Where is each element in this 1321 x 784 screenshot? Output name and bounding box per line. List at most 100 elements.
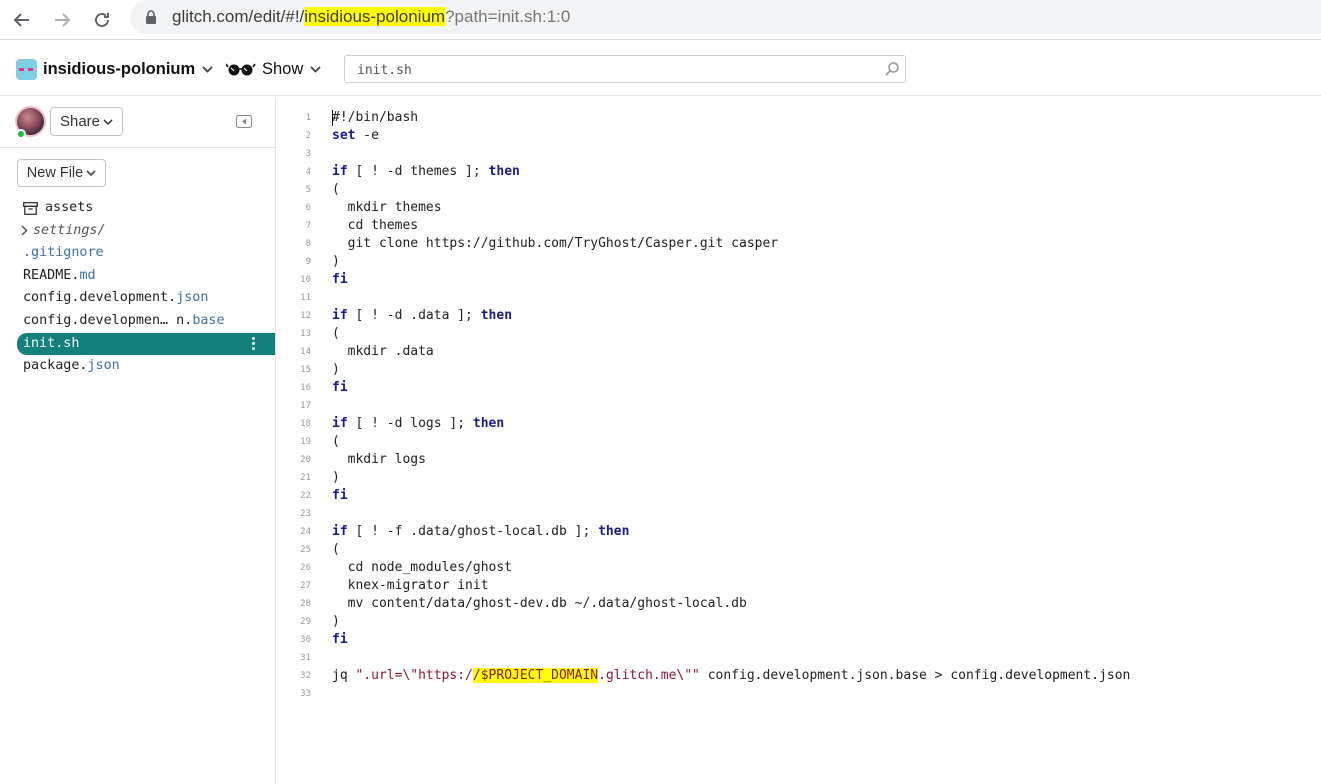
- line-number: 28: [300, 599, 311, 609]
- line-text: fi: [332, 487, 348, 505]
- line-text: ): [332, 613, 340, 631]
- keyword: if: [332, 524, 348, 539]
- line-number: 7: [305, 221, 311, 231]
- line-text: if [ ! -d logs ]; then: [332, 415, 504, 433]
- token: config.development.json.base > config.de…: [699, 668, 1131, 683]
- line-text: mkdir themes: [332, 199, 442, 217]
- share-label: Share: [59, 113, 101, 130]
- line-text: (: [332, 541, 340, 559]
- line-number: 25: [300, 545, 311, 555]
- back-arrow-icon: [13, 13, 29, 27]
- keyword: fi: [332, 380, 348, 395]
- new-file-button[interactable]: New File: [17, 159, 106, 187]
- folder-label: settings/: [33, 222, 106, 238]
- file-label: package.: [23, 358, 88, 374]
- chevron-down-icon: [202, 65, 213, 73]
- show-menu[interactable]: Show: [226, 58, 321, 80]
- line-number: 16: [300, 383, 311, 393]
- reload-button[interactable]: [88, 6, 116, 34]
- line-number: 12: [300, 311, 311, 321]
- file-item-config-development-json[interactable]: config.development.json: [0, 287, 275, 310]
- line-number: 23: [300, 509, 311, 519]
- token: mv content/data/ghost-dev.db ~/.data/gho…: [332, 596, 747, 611]
- line-number: 4: [305, 167, 311, 177]
- token: ): [332, 254, 340, 269]
- back-button[interactable]: [8, 6, 36, 34]
- file-item-package-json[interactable]: package.json: [0, 355, 275, 378]
- line-number: 30: [300, 635, 311, 645]
- file-item-assets[interactable]: assets: [0, 197, 275, 220]
- file-extension: md: [79, 267, 96, 283]
- reload-icon: [95, 12, 109, 27]
- line-text: jq ".url=\"https://$PROJECT_DOMAIN.glitc…: [332, 667, 1130, 685]
- token: (: [332, 542, 340, 557]
- line-number: 22: [300, 491, 311, 501]
- file-label: .gitignore: [23, 245, 104, 261]
- address-bar[interactable]: glitch.com/edit/#!/insidious-polonium?pa…: [130, 0, 1321, 34]
- token: mkdir themes: [332, 200, 442, 215]
- line-text: ): [332, 469, 340, 487]
- line-number: 19: [300, 437, 311, 447]
- file-label: README.: [23, 267, 80, 283]
- line-number: 1: [305, 113, 311, 123]
- keyword: then: [480, 308, 513, 323]
- token: mkdir logs: [332, 452, 426, 467]
- text-cursor: [332, 110, 333, 126]
- file-label: init.sh: [23, 335, 80, 351]
- token: (: [332, 182, 340, 197]
- keyword: if: [332, 308, 348, 323]
- token: -e: [355, 128, 379, 143]
- line-text: set -e: [332, 127, 379, 145]
- keyword: then: [472, 416, 505, 431]
- line-text: ): [332, 361, 340, 379]
- line-number: 9: [305, 257, 311, 267]
- keyword: then: [598, 524, 630, 539]
- token: ): [332, 470, 340, 485]
- file-tree: assets settings/ .gitignore README.md co…: [0, 197, 275, 378]
- line-text: cd node_modules/ghost: [332, 559, 512, 577]
- line-text: knex-migrator init: [332, 577, 489, 595]
- line-number: 15: [300, 365, 311, 375]
- project-menu[interactable]: insidious-polonium: [16, 58, 213, 80]
- collapse-sidebar-icon[interactable]: [236, 115, 252, 128]
- token: [ ! -d logs ];: [347, 416, 473, 431]
- line-text: mkdir .data: [332, 343, 434, 361]
- show-label: Show: [262, 59, 304, 78]
- string-token: ".url=\"https:/: [355, 668, 473, 683]
- code-editor[interactable]: 1 #!/bin/bash 2 set -e 3 4 if [ ! -d themes…: [277, 97, 1321, 784]
- token: [ ! -d themes ];: [347, 164, 489, 179]
- search-icon[interactable]: [884, 61, 900, 77]
- file-extension: base: [192, 312, 225, 328]
- file-label: config.development.: [23, 290, 177, 306]
- line-text: fi: [332, 631, 348, 649]
- file-item-readme[interactable]: README.md: [0, 265, 275, 288]
- url-prefix: glitch.com/edit/#!/: [172, 7, 305, 26]
- line-text: #!/bin/bash: [332, 109, 418, 127]
- line-number: 17: [300, 401, 311, 411]
- chevron-right-icon: [21, 225, 28, 236]
- string-token: .glitch.me\"": [598, 668, 700, 683]
- file-search-input[interactable]: [357, 61, 877, 79]
- token: knex-migrator init: [332, 578, 489, 593]
- file-options-icon[interactable]: [252, 336, 256, 352]
- file-item-config-development-json-base[interactable]: config.developmen… n.base: [0, 310, 275, 333]
- url-text: glitch.com/edit/#!/insidious-polonium?pa…: [172, 7, 570, 27]
- file-item-gitignore[interactable]: .gitignore: [0, 242, 275, 265]
- share-button[interactable]: Share: [50, 107, 123, 136]
- file-label: assets: [45, 200, 94, 215]
- token: cd node_modules/ghost: [332, 560, 513, 575]
- line-number: 32: [300, 671, 311, 681]
- forward-button[interactable]: [48, 6, 76, 34]
- chevron-down-icon: [103, 118, 113, 125]
- folder-item-settings[interactable]: settings/: [0, 220, 275, 243]
- token: cd themes: [332, 218, 419, 233]
- new-file-label: New File: [26, 165, 84, 181]
- line-text: (: [332, 433, 340, 451]
- file-extension: json: [87, 358, 120, 374]
- token: jq: [332, 668, 356, 683]
- sidebar: Share New File assets settings/ .gitigno…: [0, 97, 276, 784]
- token: ): [332, 362, 340, 377]
- line-text: cd themes: [332, 217, 418, 235]
- file-item-init-sh[interactable]: init.sh: [17, 332, 275, 356]
- forward-arrow-icon: [55, 13, 71, 27]
